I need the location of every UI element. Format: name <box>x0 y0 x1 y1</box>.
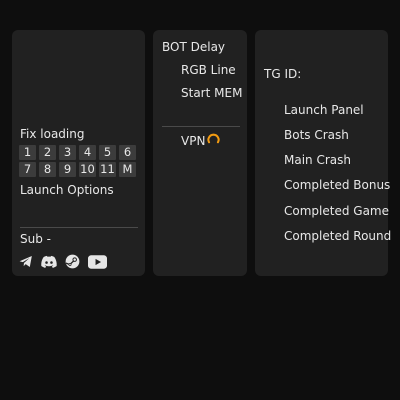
slot-button-m[interactable]: M <box>119 162 136 177</box>
slot-button-8[interactable]: 8 <box>39 162 56 177</box>
telegram-icon[interactable] <box>19 255 33 268</box>
tg-id-label: TG ID: <box>264 67 302 81</box>
discord-icon[interactable] <box>41 255 57 268</box>
slot-button-6[interactable]: 6 <box>119 145 136 160</box>
completed-round-toggle[interactable]: Completed Round <box>284 229 391 243</box>
rgb-line-toggle[interactable]: RGB Line <box>181 63 236 77</box>
vpn-label: VPN <box>181 133 206 148</box>
middle-panel: BOT Delay RGB Line Start MEM VPN <box>153 30 247 276</box>
slot-button-2[interactable]: 2 <box>39 145 56 160</box>
vpn-toggle[interactable]: VPN <box>181 131 220 150</box>
slot-button-4[interactable]: 4 <box>79 145 96 160</box>
slot-button-7[interactable]: 7 <box>19 162 36 177</box>
youtube-icon[interactable] <box>88 254 107 269</box>
slot-row-1: 1 2 3 4 5 6 <box>19 145 141 160</box>
slot-button-5[interactable]: 5 <box>99 145 116 160</box>
right-panel: TG ID: Launch Panel Bots Crash Main Cras… <box>255 30 391 276</box>
slot-button-9[interactable]: 9 <box>59 162 76 177</box>
launch-panel-toggle[interactable]: Launch Panel <box>284 103 364 117</box>
start-mem-button[interactable]: Start MEM <box>181 86 242 100</box>
slot-button-1[interactable]: 1 <box>19 145 36 160</box>
loading-spinner-icon <box>207 131 220 150</box>
completed-game-toggle[interactable]: Completed Game <box>284 204 389 218</box>
slot-button-10[interactable]: 10 <box>79 162 96 177</box>
left-divider <box>20 227 138 228</box>
fix-loading-button[interactable]: Fix loading <box>20 127 84 141</box>
launch-options-button[interactable]: Launch Options <box>20 183 114 197</box>
sub-label: Sub - <box>20 232 51 246</box>
left-panel: Fix loading 1 2 3 4 5 6 7 8 9 10 11 M La… <box>12 30 145 276</box>
slot-number-grid: 1 2 3 4 5 6 7 8 9 10 11 M <box>19 145 141 179</box>
social-links <box>19 254 107 269</box>
bot-delay-label: BOT Delay <box>162 40 226 54</box>
slot-button-11[interactable]: 11 <box>99 162 116 177</box>
main-crash-toggle[interactable]: Main Crash <box>284 153 351 167</box>
slot-row-2: 7 8 9 10 11 M <box>19 162 141 177</box>
completed-bonus-toggle[interactable]: Completed Bonus <box>284 178 390 192</box>
slot-button-3[interactable]: 3 <box>59 145 76 160</box>
middle-divider <box>162 126 240 127</box>
bots-crash-toggle[interactable]: Bots Crash <box>284 128 349 142</box>
steam-icon[interactable] <box>65 254 80 269</box>
